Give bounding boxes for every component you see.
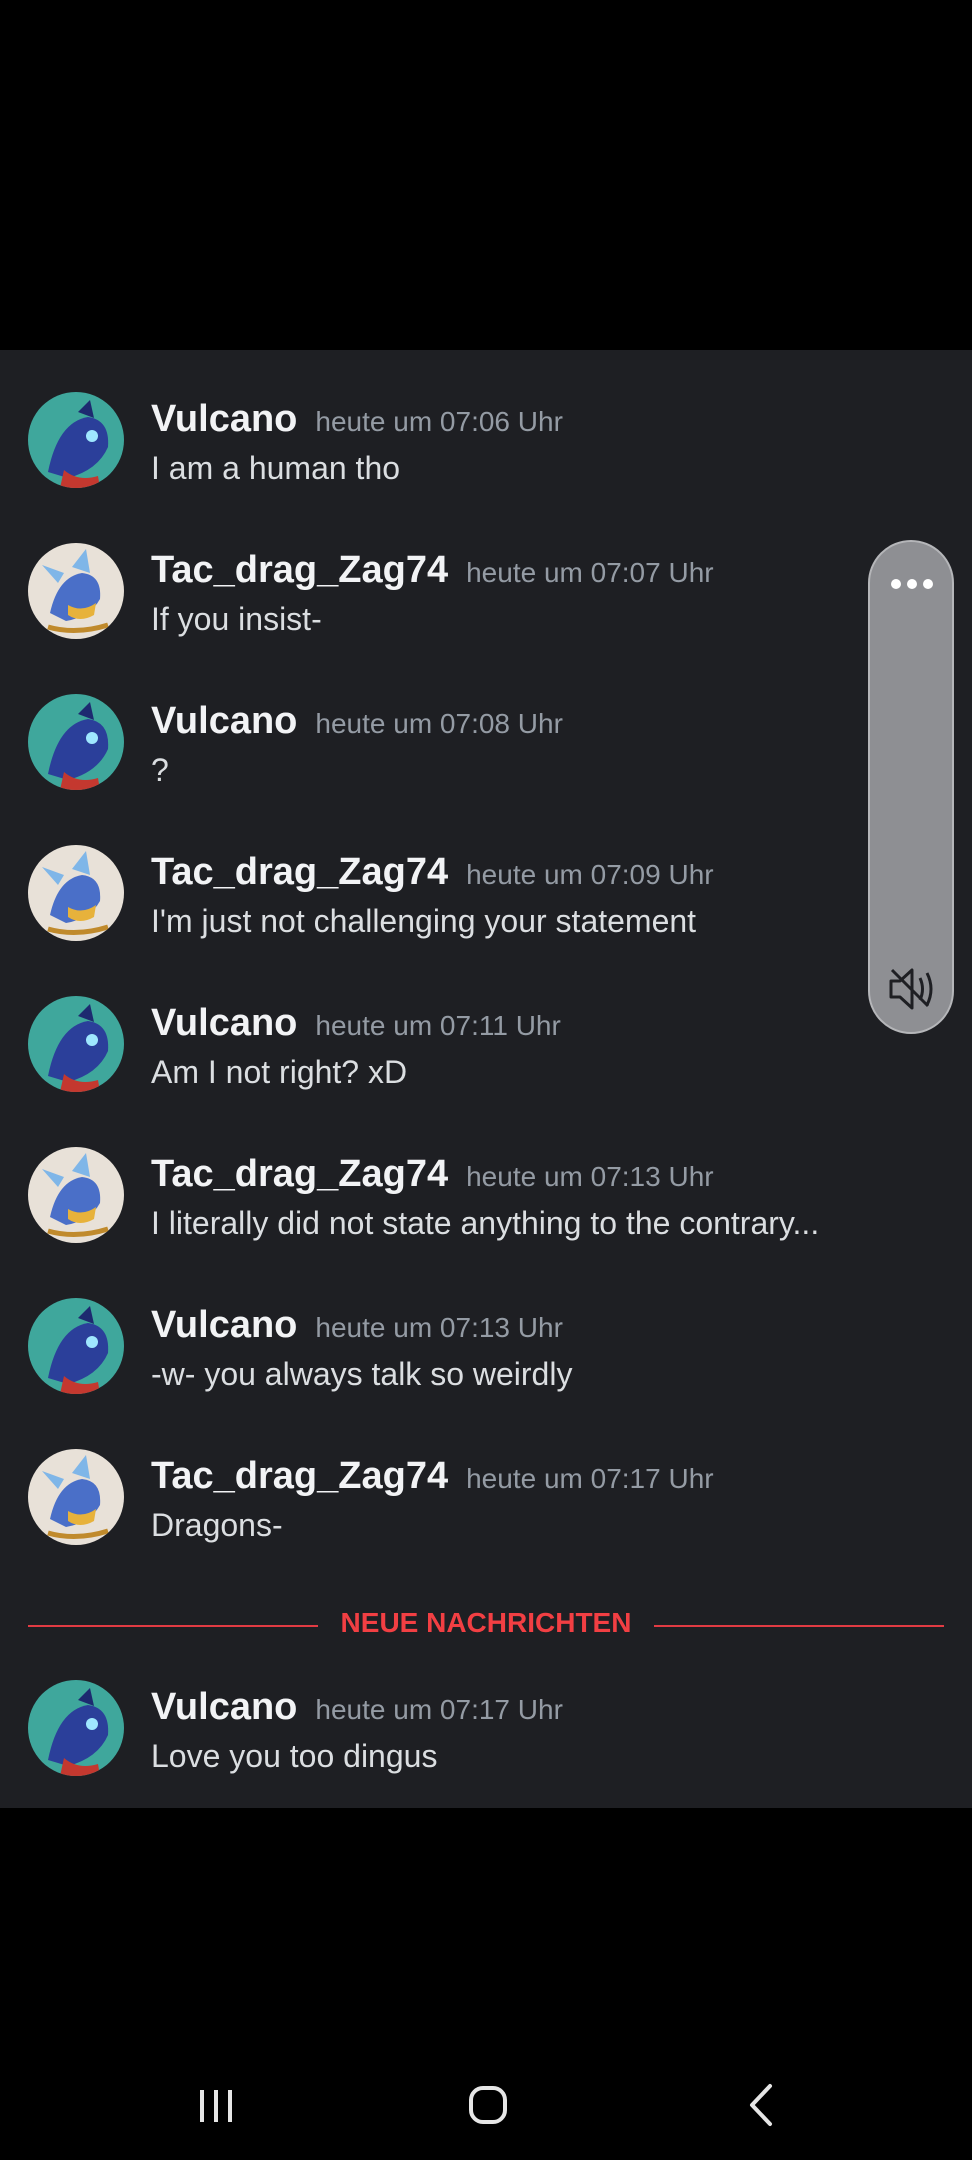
message[interactable]: Vulcano heute um 07:06 Uhr I am a human t… [0, 392, 972, 522]
message[interactable]: Tac_drag_Zag74 heute um 07:07 Uhr If you … [0, 543, 972, 673]
more-icon[interactable] [890, 578, 934, 590]
message-text: If you insist- [151, 601, 322, 637]
author-name[interactable]: Tac_drag_Zag74 [151, 549, 448, 591]
message[interactable]: Tac_drag_Zag74 heute um 07:17 Uhr Dragons… [0, 1449, 972, 1579]
avatar-vulcano[interactable] [28, 694, 124, 790]
message-text: Love you too dingus [151, 1738, 438, 1774]
navigation-bar [0, 2050, 972, 2160]
message-text: I'm just not challenging your statement [151, 903, 697, 939]
message[interactable]: Vulcano heute um 07:17 Uhr Love you too d… [0, 1680, 972, 1810]
avatar-tac[interactable] [28, 1147, 124, 1243]
timestamp: heute um 07:11 Uhr [315, 1010, 561, 1041]
timestamp: heute um 07:17 Uhr [315, 1694, 563, 1725]
timestamp: heute um 07:06 Uhr [315, 406, 563, 437]
author-name[interactable]: Vulcano [151, 398, 297, 440]
author-name[interactable]: Tac_drag_Zag74 [151, 1153, 448, 1195]
avatar-tac[interactable] [28, 845, 124, 941]
timestamp: heute um 07:09 Uhr [466, 859, 714, 890]
message-text: ? [151, 752, 169, 788]
message[interactable]: Tac_drag_Zag74 heute um 07:13 Uhr I liter… [0, 1147, 972, 1277]
back-icon[interactable] [732, 2080, 792, 2130]
author-name[interactable]: Tac_drag_Zag74 [151, 851, 448, 893]
avatar-tac[interactable] [28, 543, 124, 639]
new-messages-divider: NEUE NACHRICHTEN [28, 1605, 944, 1645]
home-icon[interactable] [458, 2080, 518, 2130]
message-text: Dragons- [151, 1507, 283, 1543]
avatar-vulcano[interactable] [28, 1298, 124, 1394]
recent-apps-icon[interactable] [186, 2080, 246, 2130]
avatar-vulcano[interactable] [28, 996, 124, 1092]
message-text: I literally did not state anything to th… [151, 1205, 820, 1241]
avatar-vulcano[interactable] [28, 392, 124, 488]
avatar-vulcano[interactable] [28, 1680, 124, 1776]
divider-label: NEUE NACHRICHTEN [322, 1607, 650, 1638]
timestamp: heute um 07:13 Uhr [315, 1312, 563, 1343]
message-text: I am a human tho [151, 450, 401, 486]
timestamp: heute um 07:08 Uhr [315, 708, 563, 739]
author-name[interactable]: Vulcano [151, 700, 297, 742]
author-name[interactable]: Tac_drag_Zag74 [151, 1455, 448, 1497]
mute-icon[interactable] [888, 966, 938, 1012]
author-name[interactable]: Vulcano [151, 1002, 297, 1044]
author-name[interactable]: Vulcano [151, 1686, 297, 1728]
author-name[interactable]: Vulcano [151, 1304, 297, 1346]
volume-panel[interactable] [868, 540, 954, 1034]
message[interactable]: Vulcano heute um 07:08 Uhr ? [0, 694, 972, 824]
avatar-tac[interactable] [28, 1449, 124, 1545]
message[interactable]: Tac_drag_Zag74 heute um 07:09 Uhr I'm jus… [0, 845, 972, 975]
message-text: -w- you always talk so weirdly [151, 1356, 573, 1392]
timestamp: heute um 07:07 Uhr [466, 557, 714, 588]
message[interactable]: Vulcano heute um 07:13 Uhr -w- you always… [0, 1298, 972, 1428]
message[interactable]: Vulcano heute um 07:11 Uhr Am I not right… [0, 996, 972, 1126]
chat-panel: Vulcano heute um 07:06 Uhr I am a human t… [0, 350, 972, 1808]
timestamp: heute um 07:13 Uhr [466, 1161, 714, 1192]
message-text: Am I not right? xD [151, 1054, 408, 1090]
timestamp: heute um 07:17 Uhr [466, 1463, 714, 1494]
